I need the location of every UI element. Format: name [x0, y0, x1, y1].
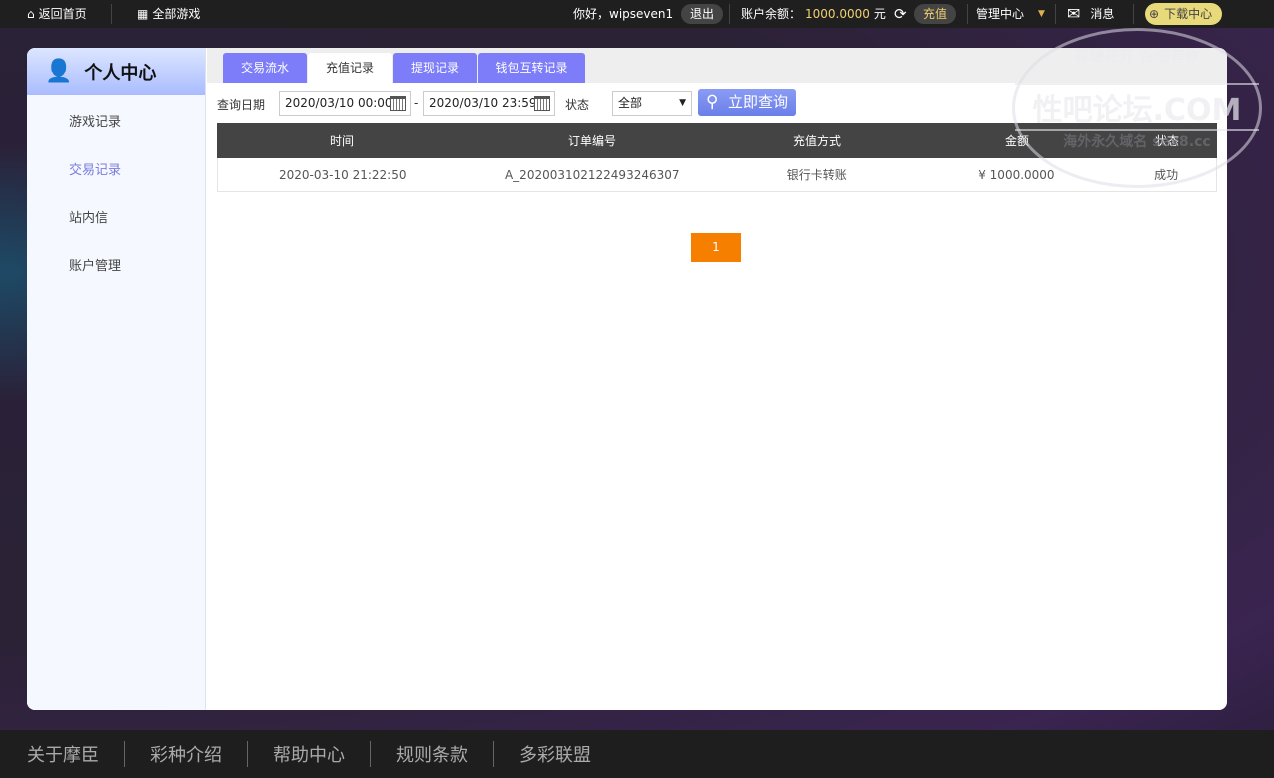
footer: 关于摩臣 彩种介绍 帮助中心 规则条款 多彩联盟 — [0, 730, 1274, 778]
col-time: 时间 — [329, 134, 354, 148]
top-bar: ⌂ 返回首页 ▦ 全部游戏 你好，wipseven1 退出 账户余额： 1000.00… — [0, 0, 1274, 28]
cell-order: A_202003102122493246307 — [504, 167, 680, 182]
sidebar: 👤 个人中心 游戏记录 交易记录 站内信 账户管理 — [27, 48, 206, 710]
sidebar-item-account[interactable]: 账户管理 — [69, 255, 121, 274]
calendar-icon[interactable] — [390, 96, 406, 111]
date-label: 查询日期 — [217, 98, 266, 112]
balance-label: 账户余额： — [741, 7, 802, 21]
messages-label: 消息 — [1090, 7, 1115, 21]
footer-link-help[interactable]: 帮助中心 — [248, 741, 370, 767]
home-label: 返回首页 — [38, 7, 87, 21]
tab-recharge-records[interactable]: 充值记录 — [308, 53, 392, 83]
search-button[interactable]: ⚲ 立即查询 — [698, 89, 796, 116]
logout-button[interactable]: 退出 — [681, 4, 724, 24]
user-icon: 👤 — [45, 59, 73, 84]
download-icon: ⊕ — [1149, 7, 1160, 21]
divider — [111, 4, 112, 24]
cell-time: 2020-03-10 21:22:50 — [279, 167, 407, 182]
sidebar-item-messages[interactable]: 站内信 — [69, 207, 108, 226]
cell-method: 银行卡转账 — [786, 168, 847, 182]
home-icon: ⌂ — [27, 7, 35, 21]
sidebar-header: 👤 个人中心 — [27, 48, 205, 95]
col-status: 状态 — [1154, 134, 1179, 148]
refresh-icon[interactable]: ⟳ — [894, 0, 907, 28]
mail-icon: ✉ — [1067, 4, 1081, 23]
footer-link-alliance[interactable]: 多彩联盟 — [494, 741, 616, 767]
start-date-value: 2020/03/10 00:00 — [285, 96, 393, 110]
currency: 元 — [873, 7, 886, 21]
all-games-link[interactable]: ▦ 全部游戏 — [137, 0, 200, 28]
messages-link[interactable]: ✉ 消息 — [1067, 0, 1114, 28]
sidebar-item-transactions[interactable]: 交易记录 — [69, 159, 121, 178]
status-select[interactable]: 全部 ▼ — [612, 91, 692, 116]
table-row: 2020-03-10 21:22:50 A_202003102122493246… — [217, 158, 1217, 192]
calendar-icon[interactable] — [534, 96, 550, 111]
end-date-input[interactable]: 2020/03/10 23:59 — [423, 91, 555, 116]
date-dash: - — [414, 96, 419, 110]
footer-link-about[interactable]: 关于摩臣 — [27, 741, 124, 767]
col-method: 充值方式 — [792, 134, 841, 148]
search-label: 立即查询 — [728, 93, 789, 111]
cell-amount: ¥ 1000.0000 — [978, 167, 1055, 182]
caret-down-icon: ▼ — [679, 98, 686, 108]
table-header: 时间 订单编号 充值方式 金额 状态 — [217, 123, 1217, 158]
status-label: 状态 — [565, 98, 590, 112]
main-card: 👤 个人中心 游戏记录 交易记录 站内信 账户管理 交易流水 充值记录 提现记录 … — [27, 48, 1227, 710]
footer-link-rules[interactable]: 规则条款 — [371, 741, 493, 767]
divider — [729, 4, 730, 24]
col-amount: 金额 — [1004, 134, 1029, 148]
col-order: 订单编号 — [567, 134, 616, 148]
download-label: 下载中心 — [1164, 7, 1213, 21]
tab-withdraw-records[interactable]: 提现记录 — [393, 53, 477, 83]
home-link[interactable]: ⌂ 返回首页 — [27, 0, 87, 28]
manage-label: 管理中心 — [976, 7, 1025, 21]
cell-status: 成功 — [1154, 168, 1179, 182]
manage-menu[interactable]: 管理中心 ▼ — [976, 0, 1045, 28]
grid-icon: ▦ — [137, 7, 149, 21]
records-table: 时间 订单编号 充值方式 金额 状态 2020-03-10 21:22:50 A… — [217, 123, 1217, 192]
status-value: 全部 — [618, 96, 643, 110]
search-icon: ⚲ — [706, 92, 719, 112]
end-date-value: 2020/03/10 23:59 — [429, 96, 537, 110]
start-date-input[interactable]: 2020/03/10 00:00 — [279, 91, 411, 116]
balance-value: 1000.0000 — [805, 7, 870, 21]
greeting: 你好，wipseven1 — [573, 7, 674, 21]
sidebar-title: 个人中心 — [84, 62, 157, 84]
tab-transaction-flow[interactable]: 交易流水 — [223, 53, 307, 83]
divider — [967, 4, 968, 24]
tab-bar: 交易流水 充值记录 提现记录 钱包互转记录 — [207, 48, 1227, 83]
page-1-button[interactable]: 1 — [691, 233, 741, 262]
all-games-label: 全部游戏 — [152, 7, 201, 21]
tab-wallet-transfer[interactable]: 钱包互转记录 — [478, 53, 585, 83]
recharge-button[interactable]: 充值 — [914, 4, 957, 24]
download-button[interactable]: ⊕ 下载中心 — [1145, 3, 1223, 25]
footer-link-lottery[interactable]: 彩种介绍 — [125, 741, 247, 767]
divider — [1055, 4, 1056, 24]
caret-down-icon: ▼ — [1038, 9, 1045, 19]
divider — [1133, 4, 1134, 24]
sidebar-item-game-records[interactable]: 游戏记录 — [69, 111, 121, 130]
